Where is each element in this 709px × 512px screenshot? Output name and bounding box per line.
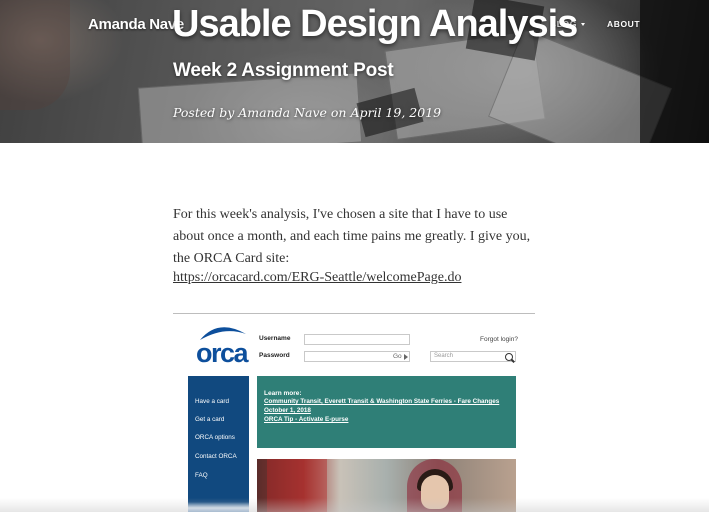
side-item-have-card[interactable]: Have a card [195, 398, 229, 405]
orca-screenshot-image: orca Username Forgot login? Password Go … [184, 318, 524, 512]
learn-more-box: Learn more: Community Transit, Everett T… [257, 376, 516, 448]
password-label: Password [259, 352, 290, 359]
go-button[interactable]: Go [393, 353, 408, 360]
side-item-faq[interactable]: FAQ [195, 472, 208, 479]
username-field[interactable] [304, 334, 410, 345]
go-label: Go [393, 353, 402, 360]
post-meta: Posted by Amanda Nave on April 19, 2019 [173, 105, 442, 120]
nav-item-about[interactable]: ABOUT [607, 19, 640, 29]
orca-logo: orca [188, 320, 252, 368]
divider [173, 313, 535, 314]
search-icon[interactable] [505, 353, 513, 361]
forgot-login-link[interactable]: Forgot login? [480, 336, 518, 343]
learn-more-link-epurse[interactable]: ORCA Tip - Activate E-purse [264, 416, 509, 425]
orca-site-link[interactable]: https://orcacard.com/ERG-Seattle/welcome… [173, 270, 461, 286]
article-intro: For this week's analysis, I've chosen a … [173, 207, 531, 266]
bottom-fade [0, 498, 709, 512]
site-brand[interactable]: Amanda Nave [88, 16, 184, 33]
learn-more-link-fare-changes[interactable]: Community Transit, Everett Transit & Was… [264, 398, 509, 415]
orca-logo-text: orca [196, 338, 249, 368]
learn-more-title: Learn more: [264, 390, 302, 397]
side-item-orca-options[interactable]: ORCA options [195, 434, 235, 441]
page-title: Usable Design Analysis [172, 3, 578, 45]
play-arrow-icon [403, 353, 408, 360]
side-item-contact-orca[interactable]: Contact ORCA [195, 453, 237, 460]
hero-header: Amanda Nave BLOG ABOUT Usable Design Ana… [0, 0, 709, 143]
search-input[interactable]: Search [430, 351, 516, 362]
chevron-down-icon [580, 22, 585, 26]
page-subtitle: Week 2 Assignment Post [173, 60, 394, 81]
side-item-get-card[interactable]: Get a card [195, 416, 224, 423]
orca-side-nav: Have a card Get a card ORCA options Cont… [188, 376, 249, 512]
nav-item-label: ABOUT [606, 19, 641, 29]
username-label: Username [259, 335, 291, 342]
